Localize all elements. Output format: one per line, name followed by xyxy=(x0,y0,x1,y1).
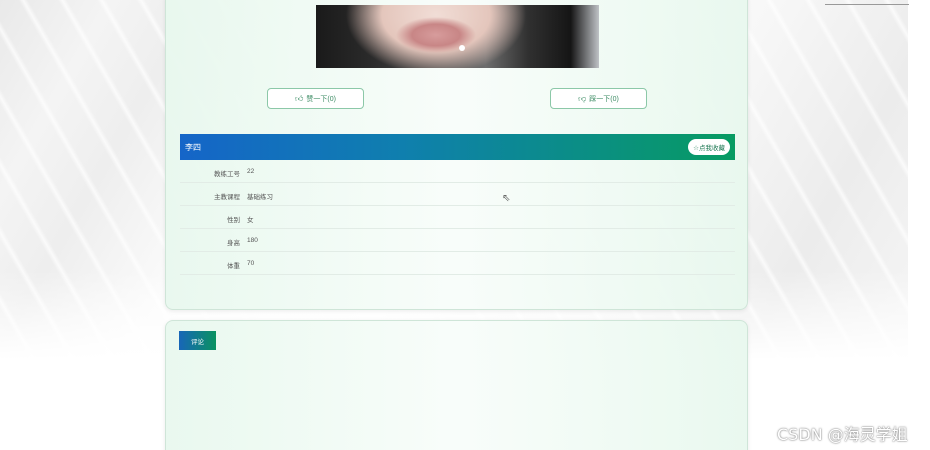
info-label: 主教课程 xyxy=(214,194,240,201)
coach-photo-carousel[interactable] xyxy=(316,5,599,68)
coach-detail-card: 👍︎ 赞一下(0) 👎︎ 踩一下(0) 李四 ☆点我收藏 教练工号 22 主教课… xyxy=(165,0,748,310)
comment-card: 评论 xyxy=(165,320,748,450)
dislike-button-label: 踩一下(0) xyxy=(589,95,619,103)
thumbs-down-icon: 👎︎ xyxy=(578,93,587,103)
info-label: 身高 xyxy=(227,240,240,247)
coach-name: 李四 xyxy=(185,142,201,152)
info-value: 22 xyxy=(247,168,255,175)
info-row-weight: 体重 70 xyxy=(180,252,735,275)
carousel-indicator-dot[interactable] xyxy=(459,45,465,51)
favorite-button[interactable]: ☆点我收藏 xyxy=(688,139,730,155)
dislike-button[interactable]: 👎︎ 踩一下(0) xyxy=(550,88,647,109)
info-row-height: 身高 180 xyxy=(180,229,735,252)
info-row-gender: 性别 女 xyxy=(180,206,735,229)
info-value: 180 xyxy=(247,237,258,244)
info-value: 70 xyxy=(247,260,255,267)
info-value: 基础练习 xyxy=(247,194,273,201)
thumbs-up-icon: 👍︎ xyxy=(295,93,304,103)
like-button[interactable]: 👍︎ 赞一下(0) xyxy=(267,88,364,109)
info-row-coach-id: 教练工号 22 xyxy=(180,160,735,183)
info-value: 女 xyxy=(247,217,254,224)
comment-tab[interactable]: 评论 xyxy=(179,331,216,350)
like-button-label: 赞一下(0) xyxy=(306,95,336,103)
mouse-cursor-icon: ⇖ xyxy=(502,193,511,204)
coach-header-bar: 李四 ☆点我收藏 xyxy=(180,134,735,160)
info-row-course: 主教课程 基础练习 xyxy=(180,183,735,206)
info-label: 教练工号 xyxy=(214,171,240,178)
watermark-text: CSDN @海灵学姐 xyxy=(777,425,908,444)
info-label: 性别 xyxy=(227,217,240,224)
top-right-divider xyxy=(825,4,909,5)
info-label: 体重 xyxy=(227,263,240,270)
